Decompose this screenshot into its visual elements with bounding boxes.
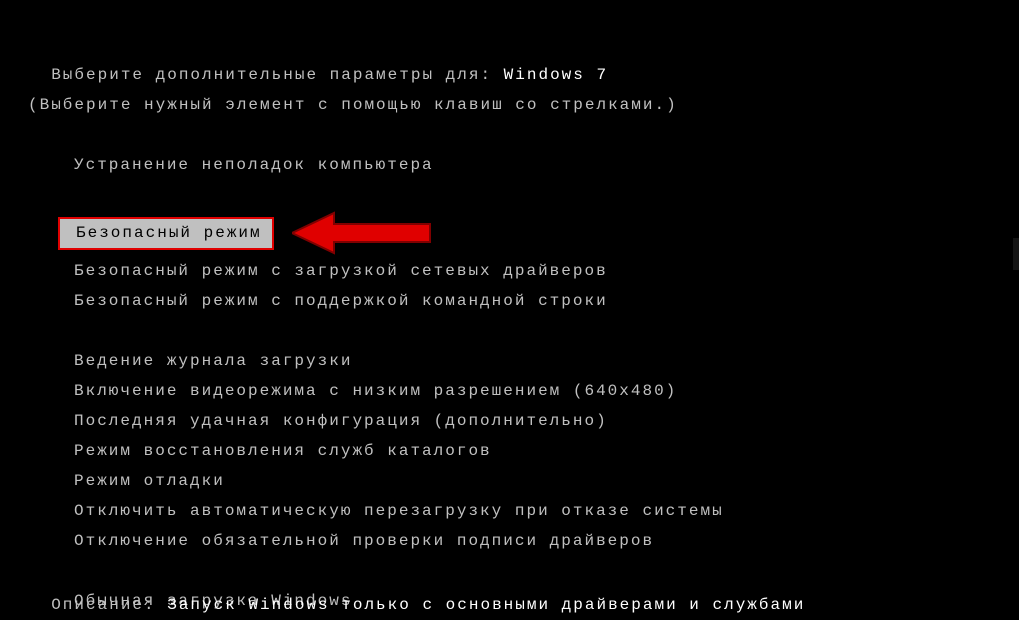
spacer [74,180,1019,210]
boot-menu-title: Выберите дополнительные параметры для: W… [28,30,1019,90]
boot-menu-hint: (Выберите нужный элемент с помощью клави… [28,90,1019,120]
menu-item-last-known-good[interactable]: Последняя удачная конфигурация (дополнит… [74,406,1019,436]
description-value: Запуск Windows только с основными драйве… [167,596,805,614]
scroll-hint [1013,238,1019,270]
menu-item-debug-mode[interactable]: Режим отладки [74,466,1019,496]
menu-item-safe-mode-network[interactable]: Безопасный режим с загрузкой сетевых дра… [74,256,1019,286]
menu-item-low-res-video[interactable]: Включение видеорежима с низким разрешени… [74,376,1019,406]
description-label: Описание: [51,596,167,614]
menu-item-safe-mode[interactable]: Безопасный режим [58,217,274,250]
menu-item-safe-mode-row: Безопасный режим [58,210,1019,256]
boot-menu-description: Описание: Запуск Windows только с основн… [28,566,805,620]
arrow-left-icon [292,210,432,256]
menu-item-repair[interactable]: Устранение неполадок компьютера [74,150,1019,180]
spacer [28,120,1019,150]
menu-item-disable-auto-restart[interactable]: Отключить автоматическую перезагрузку пр… [74,496,1019,526]
spacer [74,316,1019,346]
menu-item-disable-driver-sig[interactable]: Отключение обязательной проверки подписи… [74,526,1019,556]
title-prefix: Выберите дополнительные параметры для: [51,66,503,84]
os-name: Windows 7 [504,66,608,84]
menu-item-ds-restore[interactable]: Режим восстановления служб каталогов [74,436,1019,466]
menu-item-boot-logging[interactable]: Ведение журнала загрузки [74,346,1019,376]
menu-item-safe-mode-cmd[interactable]: Безопасный режим с поддержкой командной … [74,286,1019,316]
boot-menu: Устранение неполадок компьютера Безопасн… [28,150,1019,616]
